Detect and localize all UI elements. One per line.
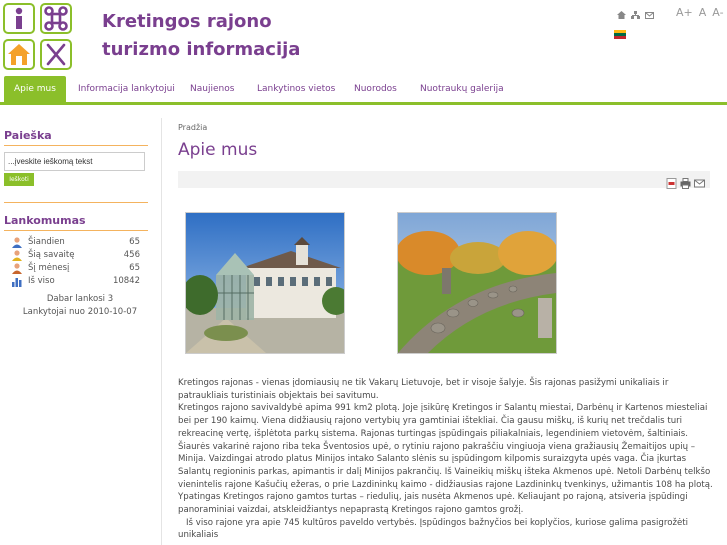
search-title: Paieška	[4, 129, 52, 142]
font-decrease-button[interactable]: A-	[712, 6, 723, 19]
user-today-icon	[12, 237, 22, 248]
print-icon[interactable]	[680, 174, 691, 189]
nav-item-informacija[interactable]: Informacija lankytojui	[78, 76, 175, 102]
font-normal-button[interactable]: A	[699, 6, 707, 19]
stat-value: 65	[129, 237, 140, 247]
article-paragraph: Iš viso rajone yra apie 745 kultūros pav…	[178, 517, 689, 541]
sidebar: Paieška Ieškoti Lankomumas Šiandien 65 Š…	[0, 105, 160, 545]
stat-row-month: Šį mėnesį 65	[12, 263, 140, 276]
divider	[4, 145, 148, 146]
stat-row-today: Šiandien 65	[12, 237, 140, 250]
breadcrumb[interactable]: Pradžia	[178, 123, 207, 132]
user-month-icon	[12, 263, 22, 274]
visitors-since-text: Lankytojai nuo 2010-10-07	[22, 307, 138, 317]
nav-item-lankytinos-vietos[interactable]: Lankytinos vietos	[257, 76, 335, 102]
article-body: Kretingos rajonas - vienas įdomiausių ne…	[178, 377, 713, 542]
manor-palace-photo	[182, 212, 350, 354]
stat-row-week: Šią savaitę 456	[12, 250, 140, 263]
site-title-line2: turizmo informacija	[102, 39, 301, 60]
stat-value: 65	[129, 263, 140, 273]
email-icon[interactable]	[645, 11, 654, 21]
pdf-icon[interactable]	[666, 174, 677, 189]
column-divider	[161, 118, 162, 545]
search-button[interactable]: Ieškoti	[4, 173, 34, 186]
font-size-controls: A+ A A-	[676, 6, 724, 19]
stat-value: 10842	[112, 276, 140, 286]
stat-label: Iš viso	[28, 276, 55, 286]
top-utility-icons	[617, 11, 654, 21]
article-toolbar	[178, 171, 710, 189]
sitemap-icon[interactable]	[631, 11, 640, 21]
nav-item-apie-mus[interactable]: Apie mus	[4, 76, 66, 102]
house-icon	[3, 39, 35, 70]
main-navigation: Apie mus Informacija lankytojui Naujieno…	[0, 76, 727, 104]
stat-row-total: Iš viso 10842	[12, 276, 140, 289]
site-title-line1: Kretingos rajono	[102, 11, 272, 32]
stats-title: Lankomumas	[4, 214, 86, 227]
search-input[interactable]	[4, 152, 145, 171]
nav-item-galerija[interactable]: Nuotraukų galerija	[420, 76, 504, 102]
page-title: Apie mus	[178, 140, 258, 160]
fork-knife-icon	[40, 39, 72, 70]
site-title[interactable]: Kretingos rajono turizmo informacija	[102, 8, 300, 64]
nav-item-naujienos[interactable]: Naujienos	[190, 76, 234, 102]
email-icon[interactable]	[694, 174, 705, 188]
now-online-text: Dabar lankosi 3	[46, 294, 114, 304]
park-stones-photo	[396, 212, 558, 354]
user-week-icon	[12, 250, 22, 261]
home-icon[interactable]	[617, 11, 626, 21]
site-logo[interactable]	[3, 3, 75, 73]
command-key-icon	[40, 3, 72, 34]
stat-label: Šią savaitę	[28, 250, 75, 260]
nav-item-nuorodos[interactable]: Nuorodos	[354, 76, 397, 102]
info-icon	[3, 3, 35, 34]
stat-label: Šį mėnesį	[28, 263, 70, 273]
divider	[4, 230, 148, 231]
lithuanian-flag-icon[interactable]	[614, 30, 626, 39]
article-paragraph: Kretingos rajonas - vienas įdomiausių ne…	[178, 378, 669, 401]
stat-value: 456	[123, 250, 140, 260]
article-paragraph: Kretingos rajono savivaldybė apima 991 k…	[178, 403, 713, 516]
stat-label: Šiandien	[28, 237, 65, 247]
font-increase-button[interactable]: A+	[676, 6, 693, 19]
bar-chart-icon	[12, 276, 22, 287]
divider	[4, 202, 148, 203]
